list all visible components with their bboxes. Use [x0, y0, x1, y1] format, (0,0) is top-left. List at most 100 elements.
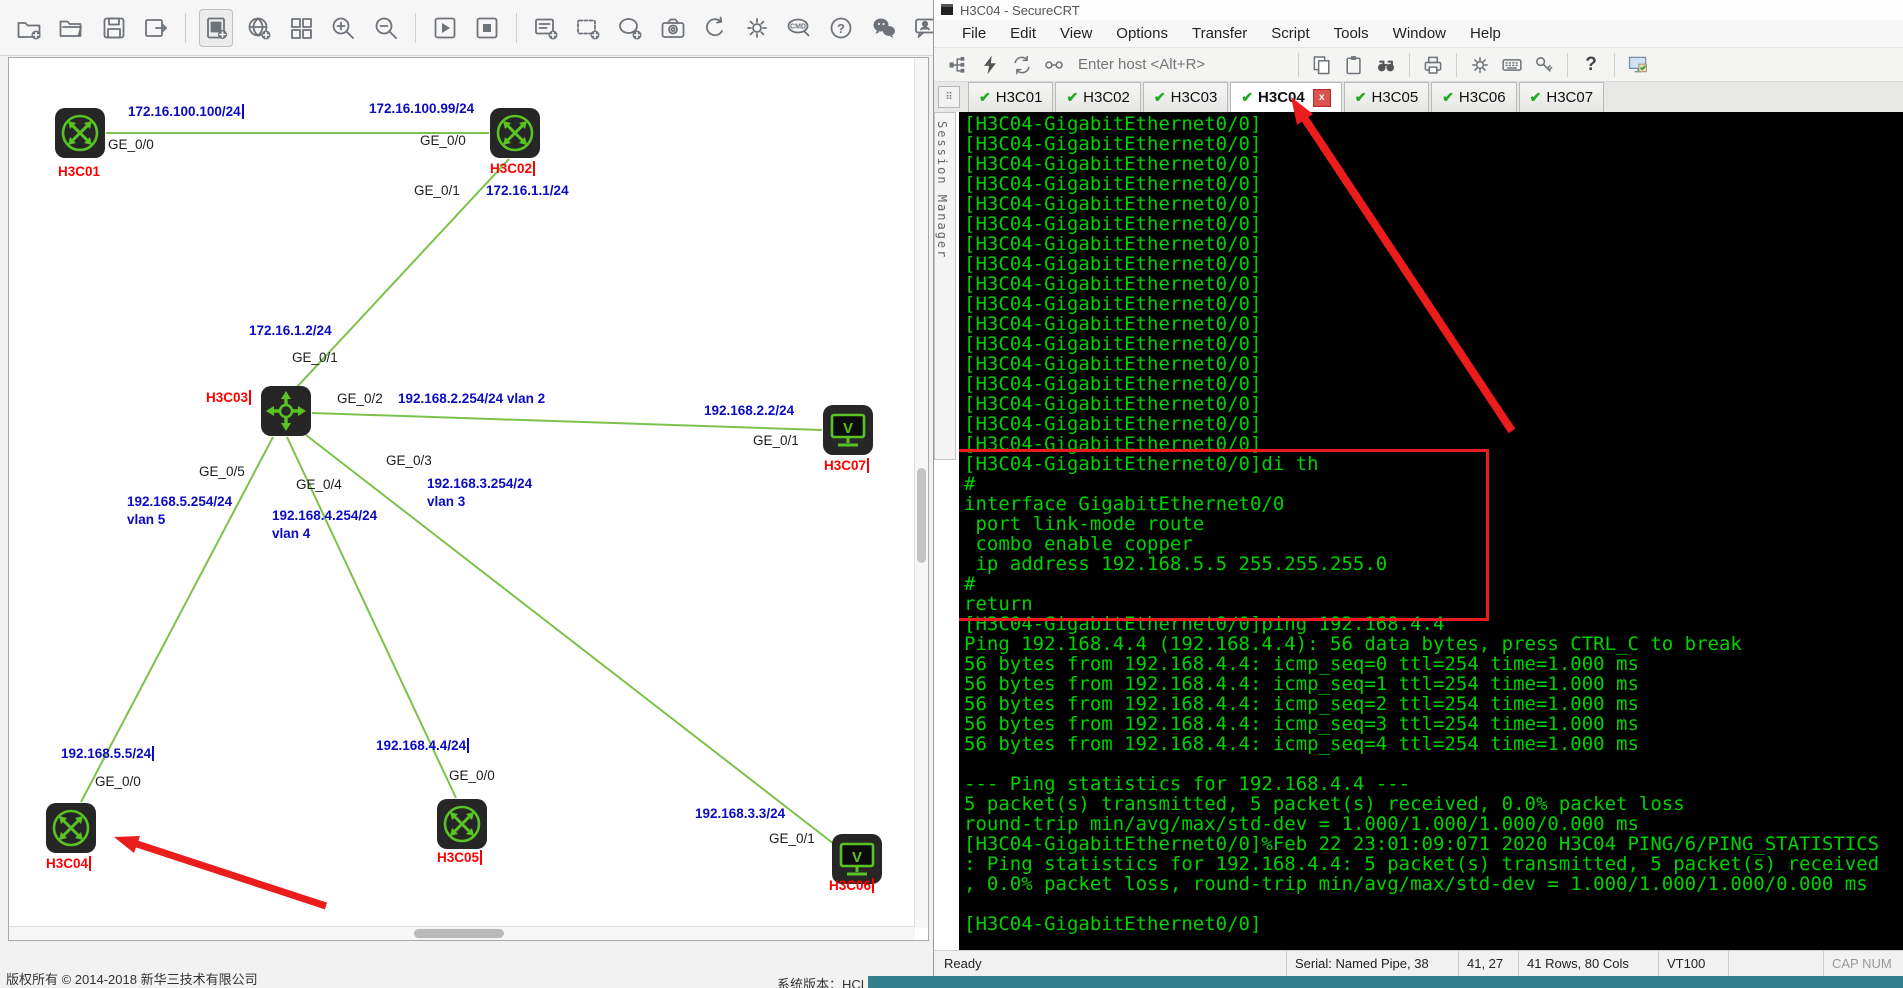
- zoom-in-button[interactable]: [327, 10, 359, 46]
- window-title: H3C04 - SecureCRT: [960, 3, 1080, 18]
- options-gear-button[interactable]: [1466, 52, 1494, 78]
- quick-connect-button[interactable]: [976, 52, 1004, 78]
- terminal-line: [H3C04-GigabitEthernet0/0]%Feb 22 23:01:…: [964, 834, 1903, 854]
- node-h3c02-router-icon[interactable]: [489, 107, 541, 159]
- reconnect-button[interactable]: [1008, 52, 1036, 78]
- connect-icon: [1043, 54, 1065, 76]
- menu-script[interactable]: Script: [1259, 25, 1321, 42]
- wechat-button[interactable]: [868, 10, 900, 46]
- menu-transfer[interactable]: Transfer: [1180, 25, 1259, 42]
- paste-button[interactable]: [1340, 52, 1368, 78]
- help-question-button[interactable]: ?: [1577, 52, 1605, 78]
- canvas-hscroll-thumb[interactable]: [414, 929, 504, 938]
- session-tree-button[interactable]: [944, 52, 972, 78]
- canvas-horizontal-scrollbar[interactable]: [9, 926, 915, 940]
- canvas-vscroll-thumb[interactable]: [917, 468, 926, 563]
- help-button[interactable]: ?: [825, 10, 857, 46]
- copy-button[interactable]: [1308, 52, 1336, 78]
- stop-all-button[interactable]: [471, 10, 503, 46]
- terminal-line: [H3C04-GigabitEthernet0/0]: [964, 234, 1903, 254]
- tab-h3c02[interactable]: ✔ H3C02: [1055, 82, 1140, 112]
- add-note-button[interactable]: [530, 10, 562, 46]
- find-button[interactable]: [1372, 52, 1400, 78]
- toolbar-separator: [1298, 53, 1299, 77]
- securecrt-body: Session Manager [H3C04-GigabitEthernet0/…: [934, 112, 1903, 950]
- ip-label: 192.168.5.5/24: [61, 746, 154, 761]
- grid-view-icon: [288, 15, 314, 41]
- undo-button[interactable]: [699, 10, 731, 46]
- print-button[interactable]: [1419, 52, 1447, 78]
- settings-button[interactable]: [741, 10, 773, 46]
- topology-link[interactable]: [306, 435, 834, 844]
- device-label-h3c06[interactable]: H3C06: [829, 878, 874, 893]
- device-label-h3c02[interactable]: H3C02: [490, 161, 535, 176]
- menu-options[interactable]: Options: [1104, 25, 1180, 42]
- grid-view-button[interactable]: [285, 10, 317, 46]
- svg-text:V: V: [852, 849, 862, 866]
- device-label-h3c01[interactable]: H3C01: [58, 164, 100, 179]
- save-topology-button[interactable]: [97, 10, 129, 46]
- add-frame-button[interactable]: [572, 10, 604, 46]
- stop-all-icon: [474, 15, 500, 41]
- terminal-line: round-trip min/avg/max/std-dev = 1.000/1…: [964, 814, 1903, 834]
- node-h3c04-router-icon[interactable]: [45, 802, 97, 854]
- device-label-h3c07[interactable]: H3C07: [824, 458, 869, 473]
- network-view-button[interactable]: [243, 10, 275, 46]
- securecrt-statusbar: Ready Serial: Named Pipe, 38 41, 27 41 R…: [934, 950, 1903, 976]
- cli-command-button[interactable]: CMD: [783, 10, 815, 46]
- menu-window[interactable]: Window: [1381, 25, 1458, 42]
- open-topology-button[interactable]: [55, 10, 87, 46]
- key-button[interactable]: [1530, 52, 1558, 78]
- securecrt-titlebar[interactable]: H3C04 - SecureCRT: [934, 0, 1903, 20]
- canvas-vertical-scrollbar[interactable]: [914, 58, 928, 928]
- device-label-h3c05[interactable]: H3C05: [437, 850, 482, 865]
- tab-label: H3C01: [996, 89, 1043, 106]
- device-panel-button[interactable]: [199, 9, 233, 47]
- menu-view[interactable]: View: [1048, 25, 1104, 42]
- menu-tools[interactable]: Tools: [1322, 25, 1381, 42]
- tab-h3c03[interactable]: ✔ H3C03: [1143, 82, 1228, 112]
- terminal-line: [H3C04-GigabitEthernet0/0]: [964, 214, 1903, 234]
- start-all-button[interactable]: [429, 10, 461, 46]
- snapshot-button[interactable]: [657, 10, 689, 46]
- device-label-h3c03[interactable]: H3C03: [206, 390, 251, 405]
- tab-close-button[interactable]: x: [1313, 89, 1331, 107]
- menu-edit[interactable]: Edit: [998, 25, 1048, 42]
- session-options-button[interactable]: [1624, 52, 1652, 78]
- ip-label: 172.16.1.1/24: [486, 183, 569, 198]
- securecrt-toolbar: ?: [934, 47, 1903, 82]
- ip-label: 192.168.3.3/24: [695, 806, 785, 821]
- terminal-line: 56 bytes from 192.168.4.4: icmp_seq=2 tt…: [964, 694, 1903, 714]
- keyboard-button[interactable]: [1498, 52, 1526, 78]
- node-h3c07-pc-icon[interactable]: V: [822, 404, 874, 456]
- node-h3c05-router-icon[interactable]: [436, 798, 488, 850]
- zoom-out-button[interactable]: [370, 10, 402, 46]
- topology-canvas[interactable]: VV172.16.100.100/24GE_0/0H3C01172.16.100…: [8, 57, 929, 941]
- host-input[interactable]: [1076, 52, 1285, 78]
- menu-file[interactable]: File: [950, 25, 998, 42]
- session-manager-tab[interactable]: Session Manager: [934, 112, 956, 460]
- tab-list-button[interactable]: ⠿: [938, 86, 960, 108]
- terminal-line: 56 bytes from 192.168.4.4: icmp_seq=1 tt…: [964, 674, 1903, 694]
- quick-connect-icon: [979, 54, 1001, 76]
- hcl-toolbar: CMD?: [0, 0, 947, 56]
- node-h3c01-router-icon[interactable]: [54, 107, 106, 159]
- terminal-screen[interactable]: [H3C04-GigabitEthernet0/0][H3C04-Gigabit…: [959, 112, 1903, 950]
- export-topology-button[interactable]: [140, 10, 172, 46]
- menu-help[interactable]: Help: [1458, 25, 1513, 42]
- terminal-line: interface GigabitEthernet0/0: [964, 494, 1903, 514]
- tab-h3c05[interactable]: ✔ H3C05: [1344, 82, 1429, 112]
- node-h3c03-switch-icon[interactable]: [260, 385, 312, 437]
- add-ellipse-button[interactable]: [614, 10, 646, 46]
- connect-button[interactable]: [1040, 52, 1068, 78]
- tab-h3c07[interactable]: ✔ H3C07: [1519, 82, 1604, 112]
- terminal-line: [964, 754, 1903, 774]
- ip-label: 192.168.4.4/24: [376, 738, 469, 753]
- tab-h3c04[interactable]: ✔ H3C04x: [1230, 82, 1341, 112]
- device-label-h3c04[interactable]: H3C04: [46, 856, 91, 871]
- new-topology-button[interactable]: [13, 10, 45, 46]
- tab-h3c06[interactable]: ✔ H3C06: [1431, 82, 1516, 112]
- tab-h3c01[interactable]: ✔ H3C01: [968, 82, 1053, 112]
- port-label: GE_0/5: [199, 464, 245, 479]
- tab-label: H3C04: [1258, 89, 1305, 106]
